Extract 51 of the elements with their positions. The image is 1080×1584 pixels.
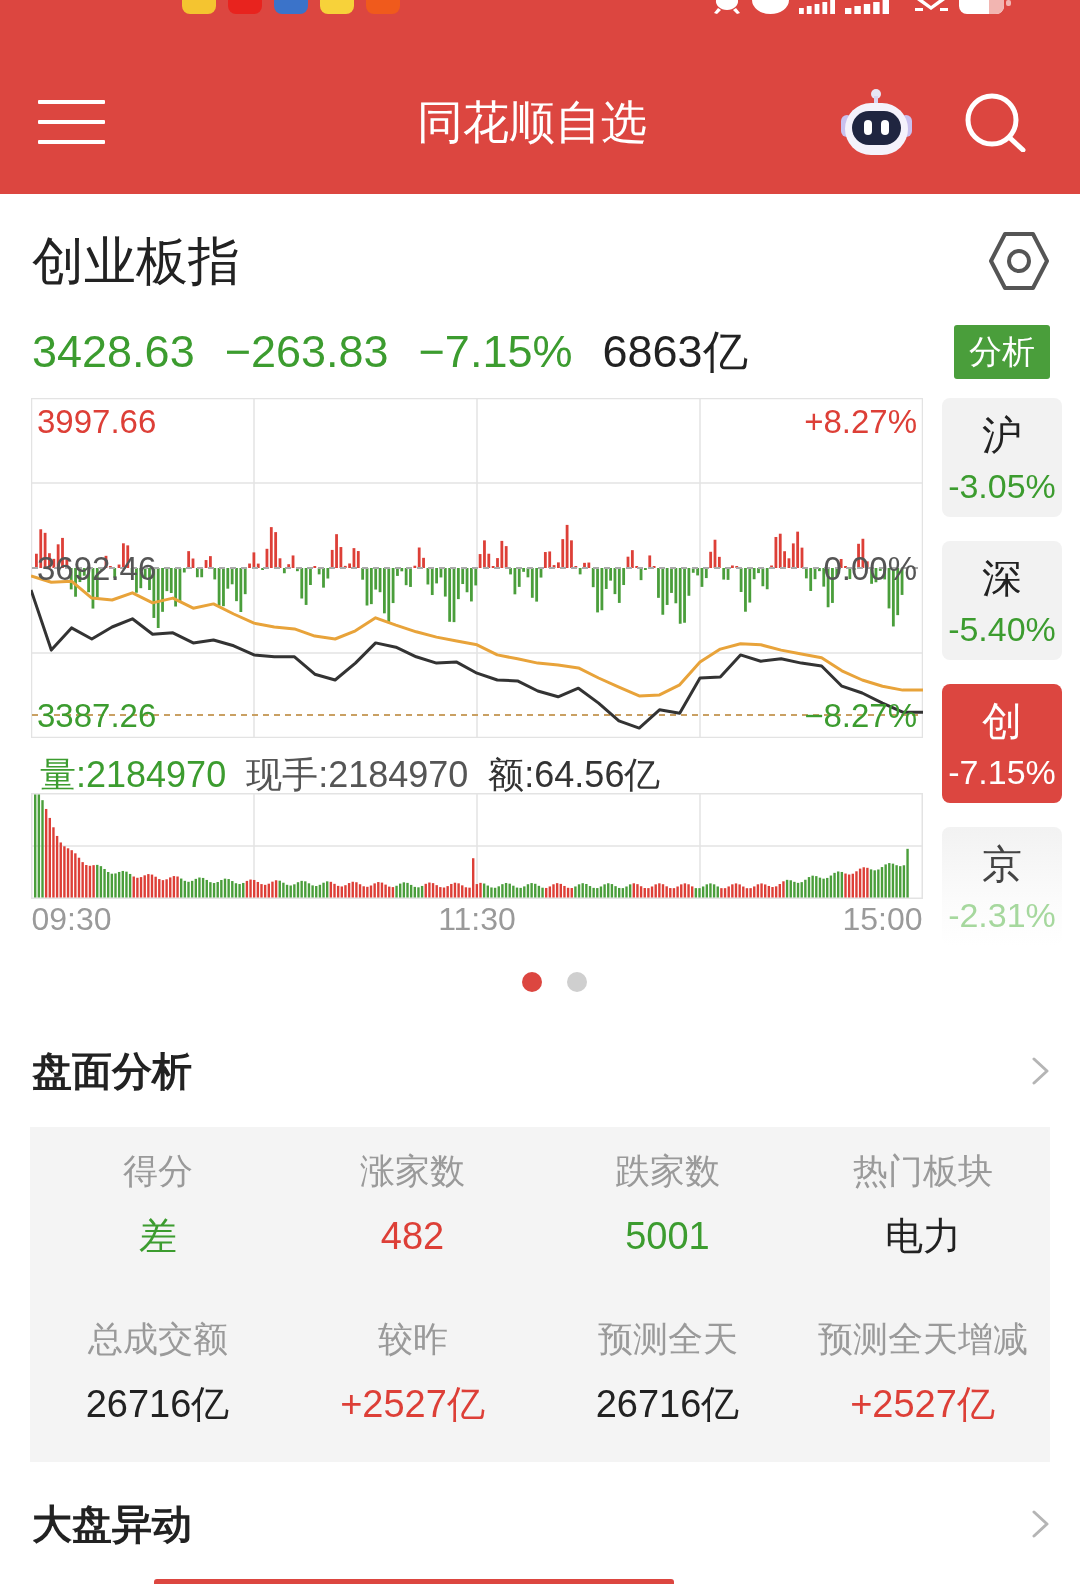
chevron-right-icon[interactable] (1032, 1057, 1049, 1085)
percent-change: −7.15% (418, 326, 573, 378)
percent-label: +8.27% (804, 404, 917, 440)
metric-value: 5001 (625, 1214, 710, 1258)
metric-label: 跌家数 (615, 1150, 720, 1192)
alarm-icon (712, 0, 742, 14)
signal-icon (845, 0, 892, 14)
section-title: 大盘异动 (32, 1501, 192, 1548)
price-label: 3387.26 (37, 698, 157, 734)
chevron-right-icon[interactable] (1032, 1510, 1049, 1538)
metric-label: 涨家数 (360, 1150, 465, 1192)
robot-icon[interactable] (841, 89, 912, 155)
time-label: 11:30 (438, 901, 516, 937)
volume-stat: 量:2184970 (40, 756, 227, 793)
time-label: 09:30 (31, 901, 112, 937)
page-dot[interactable] (567, 972, 587, 992)
battery-icon (959, 0, 1012, 14)
metric-value: +2527亿 (850, 1382, 995, 1426)
menu-icon[interactable] (38, 100, 105, 144)
metric-value: 482 (380, 1214, 445, 1258)
search-icon[interactable] (965, 92, 1026, 152)
app-icon[interactable] (320, 0, 354, 14)
network-icon (913, 0, 950, 14)
market-tab[interactable]: 创 -7.15% (942, 684, 1062, 803)
signal-icon (799, 0, 838, 14)
index-price: 3428.63 (32, 326, 195, 378)
metric-value: 电力 (884, 1214, 961, 1258)
metric-value: +2527亿 (340, 1382, 485, 1426)
price-label: 3997.66 (37, 404, 157, 440)
metric-value: 26716亿 (595, 1382, 740, 1426)
app-icon[interactable] (182, 0, 216, 14)
index-name: 创业板指 (32, 231, 240, 292)
metric-label: 预测全天 (597, 1318, 738, 1360)
metric-value: 26716亿 (85, 1382, 230, 1426)
turnover-amount: 6863亿 (602, 326, 748, 378)
section-title: 盘面分析 (32, 1048, 192, 1095)
settings-icon[interactable] (988, 231, 1050, 291)
metric-label: 预测全天增减 (817, 1318, 1028, 1360)
metric-label: 热门板块 (852, 1150, 993, 1192)
metric-label: 总成交额 (87, 1318, 228, 1360)
market-tab[interactable]: 沪 -3.05% (942, 398, 1062, 517)
metric-label: 得分 (122, 1150, 193, 1192)
header-title: 同花顺自选 (417, 95, 647, 150)
market-tab[interactable]: 深 -5.40% (942, 541, 1062, 660)
price-change: −263.83 (224, 326, 389, 378)
metric-value: 差 (138, 1214, 177, 1258)
time-label: 15:00 (842, 901, 923, 937)
page-dot[interactable] (522, 972, 542, 992)
volume-stat: 现手:2184970 (246, 756, 469, 793)
volume-stat: 额:64.56亿 (488, 756, 661, 793)
metric-label: 较昨 (377, 1318, 448, 1360)
